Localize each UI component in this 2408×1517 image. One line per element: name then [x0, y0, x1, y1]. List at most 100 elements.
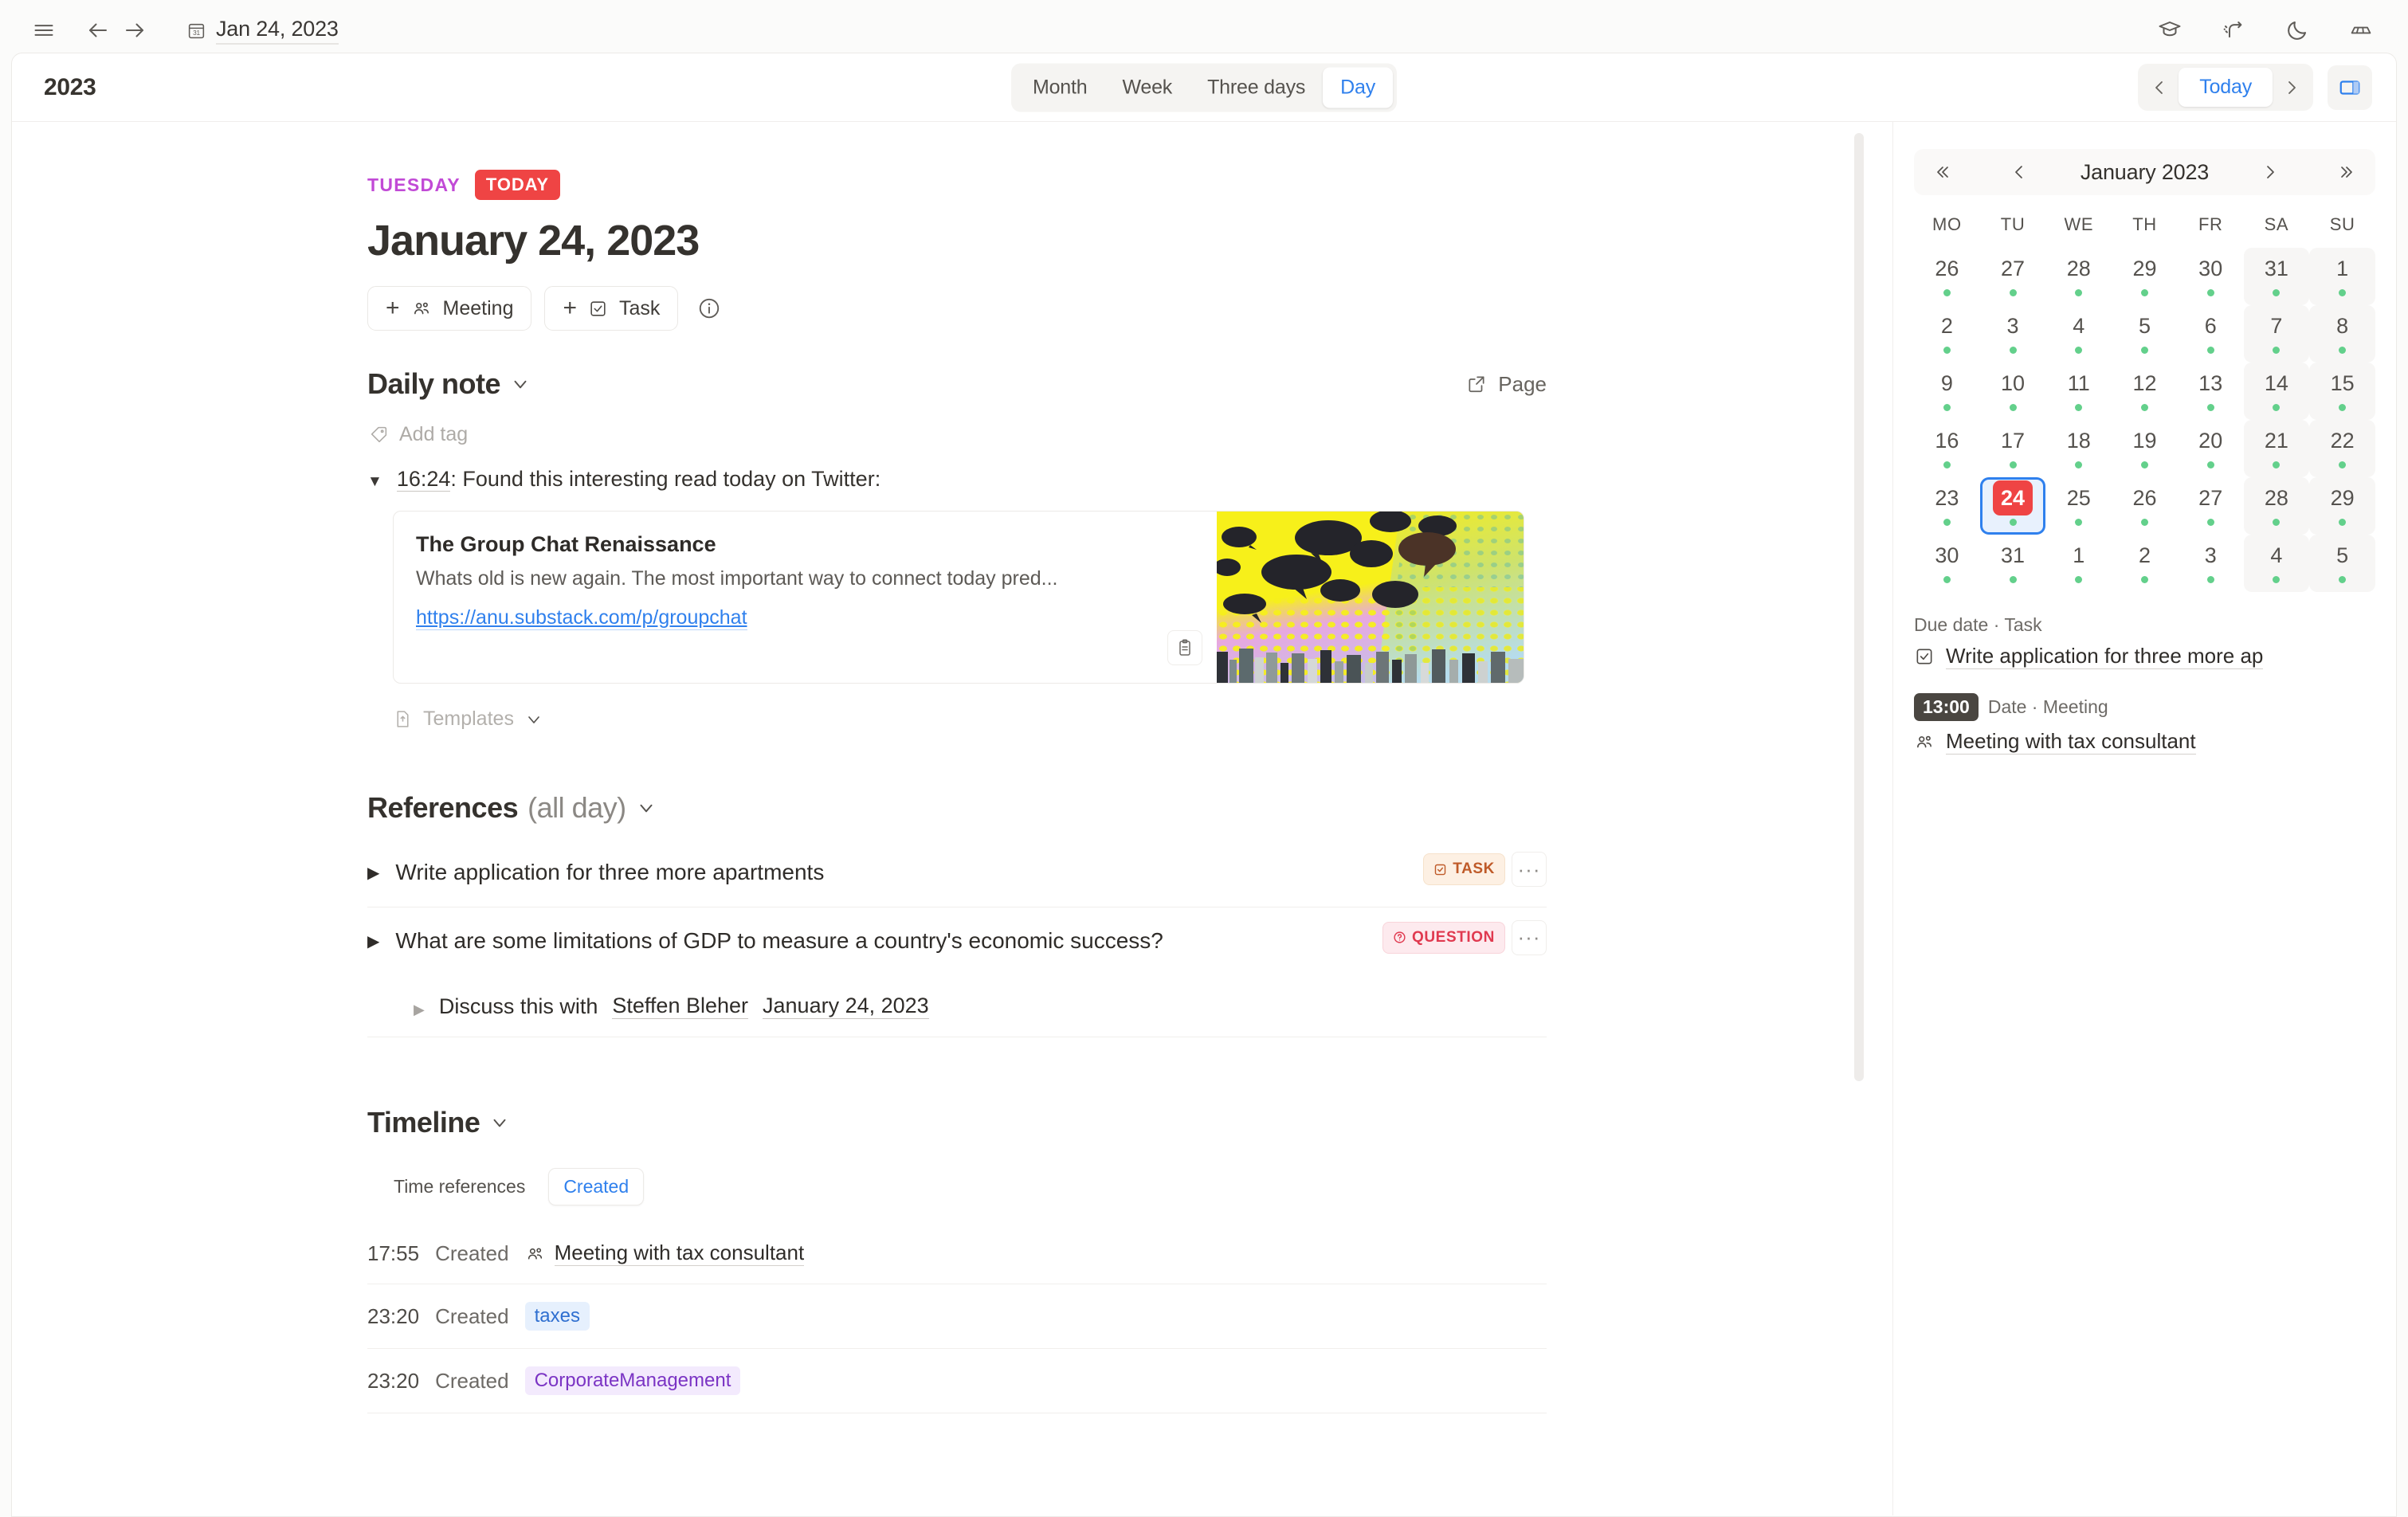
calendar-day-cell[interactable]: 2	[2112, 535, 2178, 592]
tab-created[interactable]: Created	[548, 1168, 644, 1205]
timeline-heading[interactable]: Timeline	[367, 1106, 1547, 1139]
arrow-right-icon[interactable]	[116, 12, 153, 49]
calendar-day-cell[interactable]: 30	[2178, 248, 2244, 305]
triangle-right-icon[interactable]: ▶	[367, 931, 379, 951]
list-item[interactable]: Write application for three more ap	[1914, 644, 2375, 669]
chevron-left-icon[interactable]	[2002, 155, 2036, 189]
tag-badge[interactable]: taxes	[525, 1302, 590, 1331]
table-row[interactable]: ▶ What are some limitations of GDP to me…	[367, 907, 1547, 1038]
calendar-day-cell[interactable]: 4	[2244, 535, 2310, 592]
graduation-cap-icon[interactable]	[2151, 12, 2188, 49]
templates-button[interactable]: Templates	[393, 708, 1547, 731]
timeline-object-link[interactable]: Meeting with tax consultant	[555, 1241, 805, 1266]
table-row[interactable]: 17:55 Created Meeting with tax consultan…	[367, 1223, 1547, 1284]
add-task-button[interactable]: + Task	[544, 286, 678, 331]
ellipsis-icon[interactable]: ···	[1512, 920, 1547, 955]
open-page-button[interactable]: Page	[1466, 372, 1547, 397]
calendar-day-cell[interactable]: 29	[2112, 248, 2178, 305]
chevron-down-icon[interactable]	[524, 710, 543, 729]
calendar-day-cell[interactable]: 1	[2309, 248, 2375, 305]
calendar-day-cell[interactable]: 3	[1980, 305, 2046, 363]
calendar-day-cell[interactable]: 8	[2309, 305, 2375, 363]
chevron-left-icon[interactable]	[2142, 69, 2177, 106]
calendar-day-cell[interactable]: 22	[2309, 420, 2375, 477]
triangle-down-icon[interactable]: ▼	[367, 473, 382, 491]
calendar-day-cell[interactable]: 26	[1914, 248, 1980, 305]
calendar-day-cell[interactable]: 12	[2112, 363, 2178, 420]
info-circle-icon[interactable]	[697, 296, 721, 320]
calendar-day-cell[interactable]: 9	[1914, 363, 1980, 420]
calendar-day-cell[interactable]: 3	[2178, 535, 2244, 592]
calendar-day-cell[interactable]: 28	[2045, 248, 2112, 305]
calendar-day-cell[interactable]: 17	[1980, 420, 2046, 477]
calendar-day-cell[interactable]: 30	[1914, 535, 1980, 592]
hamburger-menu-icon[interactable]	[25, 12, 62, 49]
ellipsis-icon[interactable]: ···	[1512, 852, 1547, 887]
tab-day[interactable]: Day	[1323, 67, 1393, 108]
status-badge[interactable]: TASK	[1423, 853, 1505, 885]
arrow-left-icon[interactable]	[80, 12, 116, 49]
calendar-day-cell[interactable]: 29	[2309, 477, 2375, 535]
calendar-day-cell[interactable]: 1	[2045, 535, 2112, 592]
calendar-day-cell[interactable]: 26	[2112, 477, 2178, 535]
calendar-day-cell[interactable]: 23	[1914, 477, 1980, 535]
current-date-display[interactable]: 31 Jan 24, 2023	[186, 17, 339, 45]
calendar-day-cell[interactable]: 31	[2244, 248, 2310, 305]
calendar-day-cell[interactable]: 4	[2045, 305, 2112, 363]
cards-icon[interactable]	[2343, 12, 2379, 49]
calendar-day-cell[interactable]: 24	[1980, 477, 2046, 535]
chevron-down-icon[interactable]	[489, 1112, 510, 1133]
calendar-day-cell[interactable]: 27	[1980, 248, 2046, 305]
link-card-url[interactable]: https://anu.substack.com/p/groupchat	[416, 606, 747, 630]
calendar-day-cell[interactable]: 15	[2309, 363, 2375, 420]
triangle-right-icon[interactable]: ▶	[414, 1002, 425, 1018]
tab-time-references[interactable]: Time references	[378, 1168, 540, 1205]
calendar-day-cell[interactable]: 18	[2045, 420, 2112, 477]
date-link[interactable]: January 24, 2023	[763, 994, 929, 1019]
daily-note-heading[interactable]: Daily note	[367, 367, 531, 401]
vertical-scrollbar[interactable]	[1854, 133, 1864, 1081]
double-chevron-right-icon[interactable]	[2331, 155, 2364, 189]
calendar-day-cell[interactable]: 7	[2244, 305, 2310, 363]
calendar-day-cell[interactable]: 13	[2178, 363, 2244, 420]
moon-icon[interactable]	[2279, 12, 2316, 49]
calendar-day-cell[interactable]: 25	[2045, 477, 2112, 535]
add-meeting-button[interactable]: + Meeting	[367, 286, 531, 331]
calendar-day-cell[interactable]: 28	[2244, 477, 2310, 535]
calendar-day-cell[interactable]: 2	[1914, 305, 1980, 363]
tab-three-days[interactable]: Three days	[1190, 67, 1323, 108]
add-tag-button[interactable]: Add tag	[369, 423, 1547, 446]
list-item[interactable]: Meeting with tax consultant	[1914, 729, 2375, 755]
tab-month[interactable]: Month	[1015, 67, 1104, 108]
magic-wand-icon[interactable]	[2215, 12, 2252, 49]
double-chevron-left-icon[interactable]	[1925, 155, 1959, 189]
tag-badge[interactable]: CorporateManagement	[525, 1366, 741, 1395]
event-title[interactable]: Meeting with tax consultant	[1946, 729, 2196, 755]
calendar-day-cell[interactable]: 21	[2244, 420, 2310, 477]
triangle-right-icon[interactable]: ▶	[367, 863, 379, 883]
note-entry-time[interactable]: 16:24	[397, 467, 451, 492]
calendar-day-cell[interactable]: 5	[2309, 535, 2375, 592]
today-button[interactable]: Today	[2179, 68, 2273, 107]
chevron-down-icon[interactable]	[510, 374, 531, 394]
calendar-day-cell[interactable]: 10	[1980, 363, 2046, 420]
calendar-day-cell[interactable]: 14	[2244, 363, 2310, 420]
calendar-day-cell[interactable]: 6	[2178, 305, 2244, 363]
chevron-down-icon[interactable]	[636, 798, 657, 818]
table-row[interactable]: ▶ Write application for three more apart…	[367, 839, 1547, 907]
list-item[interactable]: ▶ Discuss this with Steffen Bleher Janua…	[414, 994, 1547, 1019]
calendar-day-cell[interactable]: 5	[2112, 305, 2178, 363]
table-row[interactable]: 23:20 Created CorporateManagement	[367, 1349, 1547, 1413]
chevron-right-icon[interactable]	[2253, 155, 2287, 189]
event-title[interactable]: Write application for three more ap	[1946, 644, 2263, 669]
calendar-day-cell[interactable]: 16	[1914, 420, 1980, 477]
clipboard-icon[interactable]	[1167, 630, 1202, 665]
link-preview-card[interactable]: The Group Chat Renaissance Whats old is …	[393, 511, 1524, 684]
calendar-day-cell[interactable]: 27	[2178, 477, 2244, 535]
calendar-day-cell[interactable]: 20	[2178, 420, 2244, 477]
right-panel-icon[interactable]	[2328, 65, 2372, 110]
chevron-right-icon[interactable]	[2274, 69, 2309, 106]
calendar-day-cell[interactable]: 31	[1980, 535, 2046, 592]
table-row[interactable]: 23:20 Created taxes	[367, 1284, 1547, 1349]
calendar-day-cell[interactable]: 11	[2045, 363, 2112, 420]
